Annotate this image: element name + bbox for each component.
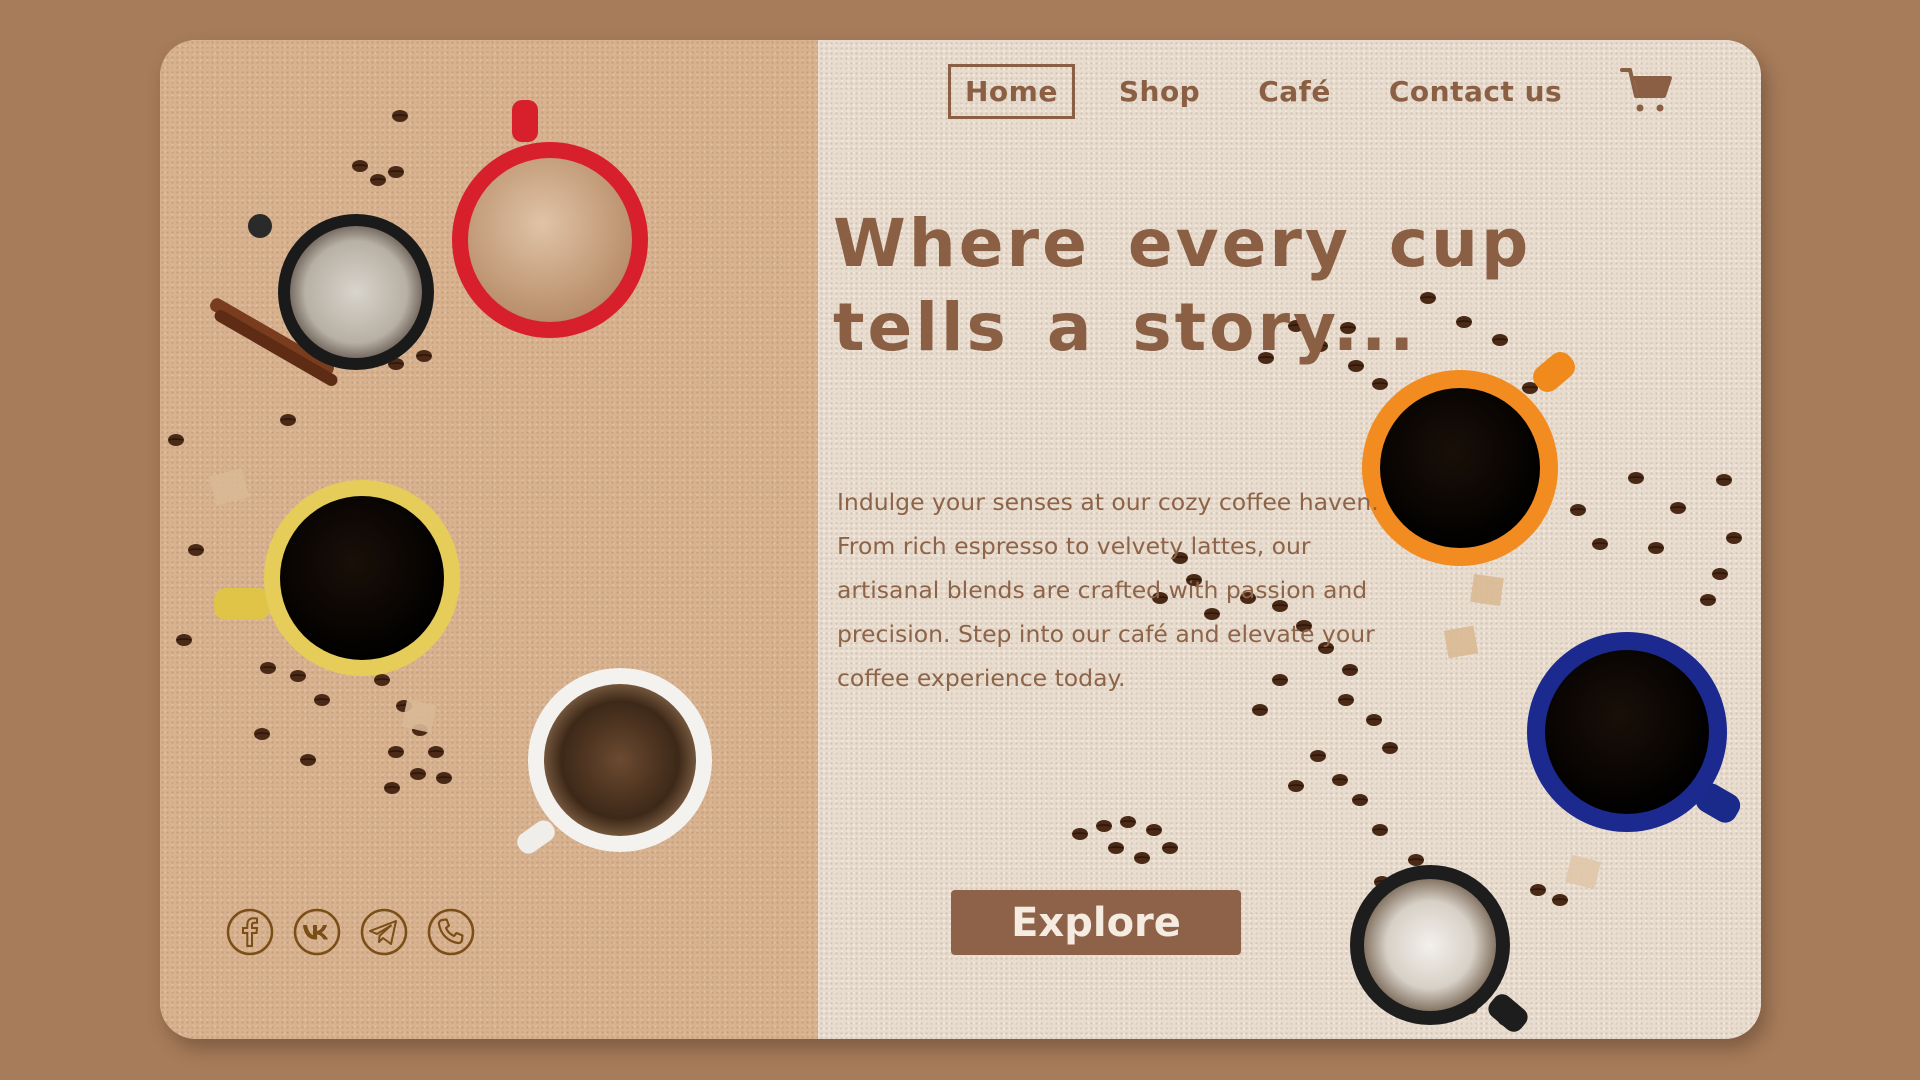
- vk-icon[interactable]: [293, 908, 341, 956]
- hero-headline: Where every cup tells a story...: [833, 202, 1553, 370]
- left-panel: [160, 40, 818, 1039]
- nav-home[interactable]: Home: [948, 63, 1075, 119]
- nav-shop[interactable]: Shop: [1119, 75, 1200, 108]
- main-nav: Home Shop Café Contact us: [948, 62, 1620, 120]
- landing-card: Home Shop Café Contact us Where every cu…: [160, 40, 1761, 1039]
- headline-line-2: tells a story...: [833, 289, 1418, 366]
- facebook-icon[interactable]: [226, 908, 274, 956]
- explore-button[interactable]: Explore: [951, 890, 1241, 955]
- telegram-icon[interactable]: [360, 908, 408, 956]
- headline-line-1: Where every cup: [833, 205, 1532, 282]
- hero-description: Indulge your senses at our cozy coffee h…: [837, 488, 1379, 692]
- shopping-cart-icon[interactable]: [1620, 64, 1672, 116]
- nav-contact-us[interactable]: Contact us: [1389, 75, 1562, 108]
- phone-icon[interactable]: [427, 908, 475, 956]
- nav-cafe[interactable]: Café: [1258, 75, 1331, 108]
- social-links: [226, 908, 475, 956]
